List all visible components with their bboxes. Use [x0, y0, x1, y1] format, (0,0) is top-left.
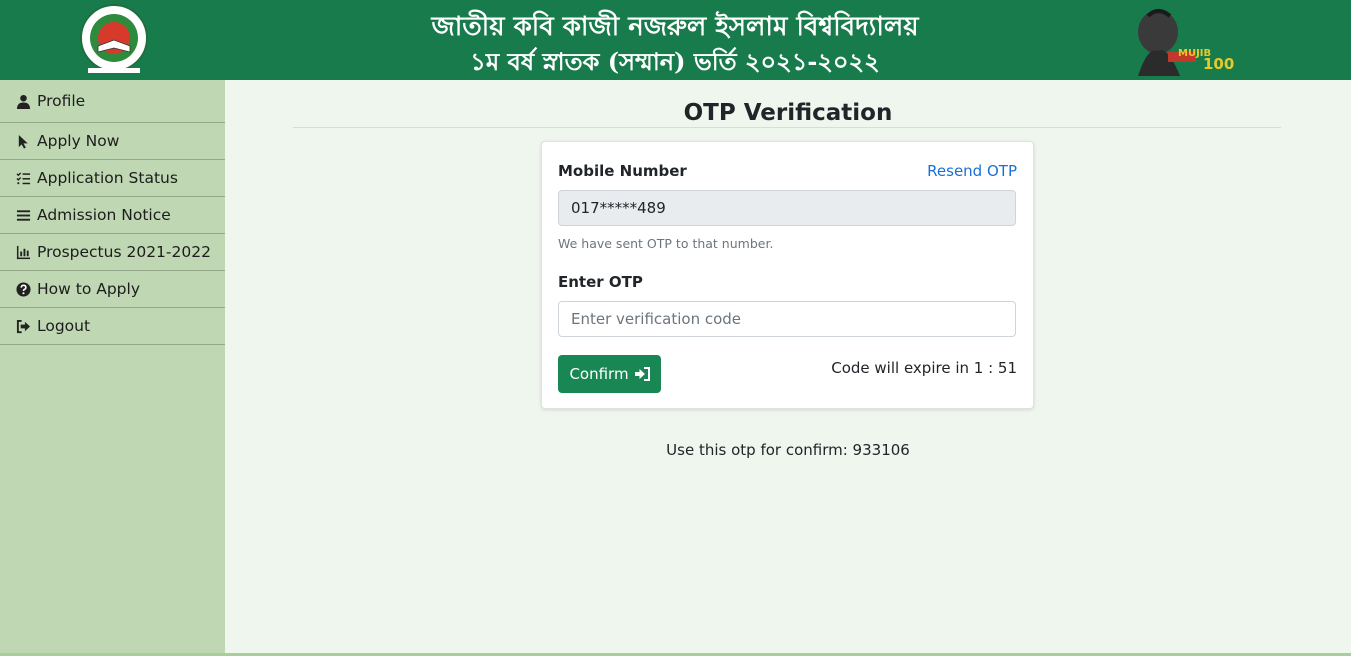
- logout-icon: [16, 319, 31, 333]
- sidebar-item-label: Logout: [37, 317, 91, 335]
- sidebar-item-logout[interactable]: Logout: [0, 308, 225, 345]
- resend-otp-link[interactable]: Resend OTP: [927, 162, 1017, 180]
- checklist-icon: [16, 171, 31, 184]
- confirm-button[interactable]: Confirm: [558, 355, 661, 393]
- main-content: OTP Verification Mobile Number Resend OT…: [225, 80, 1351, 653]
- mobile-number-field: 017*****489: [558, 190, 1016, 226]
- mobile-number-label: Mobile Number: [558, 162, 687, 180]
- sidebar-item-label: Admission Notice: [37, 206, 171, 224]
- confirm-button-label: Confirm: [569, 365, 629, 383]
- otp-hint-text: Use this otp for confirm: 933106: [666, 441, 910, 459]
- otp-expiry-timer: Code will expire in 1 : 51: [831, 359, 1017, 377]
- title-divider: [293, 127, 1281, 128]
- otp-form-card: Mobile Number Resend OTP 017*****489 We …: [541, 141, 1034, 409]
- sidebar-item-profile[interactable]: Profile: [0, 80, 225, 123]
- sidebar-item-admission-notice[interactable]: Admission Notice: [0, 197, 225, 234]
- sidebar: Profile Apply Now Application Status Adm…: [0, 80, 225, 656]
- user-icon: [16, 94, 31, 109]
- sidebar-item-prospectus[interactable]: Prospectus 2021-2022: [0, 234, 225, 271]
- otp-sent-help-text: We have sent OTP to that number.: [558, 236, 774, 251]
- university-seal-logo: [80, 4, 148, 73]
- sidebar-item-how-to-apply[interactable]: How to Apply: [0, 271, 225, 308]
- mujib-logo-number: 100: [1203, 55, 1235, 73]
- sidebar-item-label: Apply Now: [37, 132, 120, 150]
- sidebar-item-label: Prospectus 2021-2022: [37, 243, 211, 261]
- sidebar-item-label: Profile: [37, 92, 86, 110]
- sidebar-item-label: Application Status: [37, 169, 178, 187]
- sidebar-item-apply-now[interactable]: Apply Now: [0, 123, 225, 160]
- bars-icon: [16, 209, 31, 221]
- admission-subtitle: ১ম বর্ষ স্নাতক (সম্মান) ভর্তি ২০২১-২০২২: [470, 47, 880, 76]
- sign-in-icon: [634, 367, 650, 381]
- enter-otp-label: Enter OTP: [558, 273, 643, 291]
- app-header: জাতীয় কবি কাজী নজরুল ইসলাম বিশ্ববিদ্যাল…: [0, 0, 1351, 80]
- otp-input[interactable]: [558, 301, 1016, 337]
- sidebar-item-application-status[interactable]: Application Status: [0, 160, 225, 197]
- page-title: OTP Verification: [683, 100, 893, 126]
- bar-chart-icon: [16, 245, 31, 259]
- question-circle-icon: [16, 281, 31, 297]
- sidebar-item-label: How to Apply: [37, 280, 140, 298]
- cursor-icon: [18, 134, 28, 149]
